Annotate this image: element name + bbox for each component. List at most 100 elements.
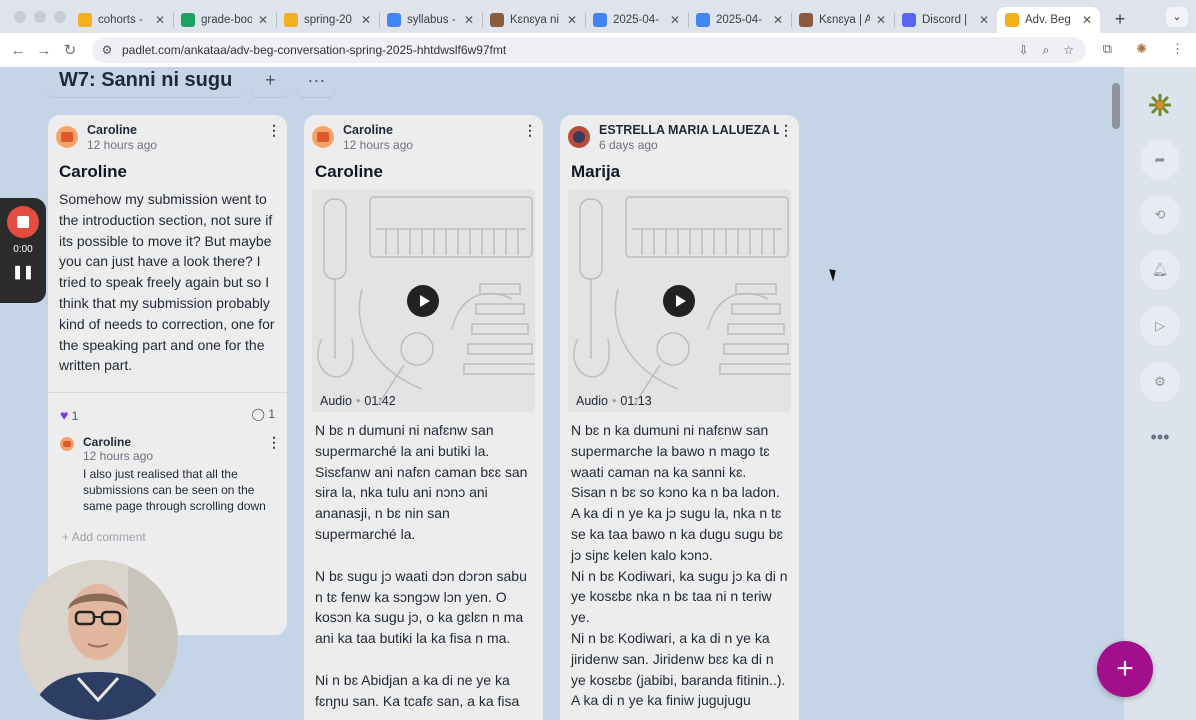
zoom-window-button[interactable]: [54, 10, 66, 23]
webcam-bubble[interactable]: [18, 560, 178, 720]
post-paragraph: Ni n bɛ Abidjan a ka di ne ye ka fɛnɲu s…: [315, 671, 520, 709]
profile-avatar-icon[interactable]: ✺: [1136, 41, 1147, 57]
avatar: [312, 126, 334, 148]
site-info-icon[interactable]: ⚙: [92, 43, 122, 57]
tab-favicon-icon: [902, 12, 916, 27]
stop-recording-button[interactable]: [7, 206, 39, 238]
audio-duration: 01:42: [364, 394, 396, 408]
tab-favicon-icon: [696, 12, 710, 27]
pause-recording-button[interactable]: ❚❚: [0, 264, 46, 280]
browser-menu-icon[interactable]: ⋮: [1171, 41, 1184, 57]
tab-close-icon[interactable]: ✕: [670, 13, 680, 27]
url-text[interactable]: padlet.com/ankataa/adv-beg-conversation-…: [122, 43, 1018, 57]
padlet-side-panel: ➦ ⟲ 🔔︎ ▷ ⚙ •••: [1112, 67, 1196, 720]
like-count: 1: [71, 409, 79, 424]
tab-label: syllabus -: [407, 13, 456, 26]
reload-icon[interactable]: ↻: [57, 41, 83, 59]
heart-icon: ♥: [60, 407, 69, 424]
post-body: N bɛ n dumuni ni nafɛnw san supermarché …: [304, 412, 543, 712]
section-title[interactable]: W7: Sanni ni sugu: [47, 67, 245, 97]
section-header: W7: Sanni ni sugu + ···: [47, 67, 336, 97]
forward-arrow-icon[interactable]: →: [31, 42, 57, 59]
slideshow-play-icon[interactable]: ▷: [1140, 306, 1180, 346]
add-comment-placeholder: Add comment: [71, 530, 146, 545]
post-card[interactable]: Caroline 12 hours ago ⋮ Caroline Somehow…: [48, 115, 287, 635]
extensions-puzzle-icon[interactable]: ⧉: [1103, 41, 1112, 57]
post-title: Caroline: [315, 162, 384, 181]
post-card[interactable]: ESTRELLA MARIA LALUEZA LA 6 days ago ⋮ M…: [560, 115, 799, 720]
tab-close-icon[interactable]: ✕: [876, 13, 886, 27]
tab-close-icon[interactable]: ✕: [464, 13, 474, 27]
post-line: Ni n bɛ Kodiwari, a ka di n ye ka jiride…: [571, 629, 786, 688]
post-menu-icon[interactable]: ⋮: [267, 123, 281, 137]
tab-favicon-icon: [181, 12, 195, 27]
post-author: Caroline: [87, 123, 138, 137]
close-window-button[interactable]: [14, 10, 26, 23]
browser-tab[interactable]: 2025-04- ✕: [688, 7, 791, 33]
tab-label: Adv. Beg: [1025, 13, 1071, 26]
more-options-icon[interactable]: •••: [1140, 417, 1180, 457]
tab-close-icon[interactable]: ✕: [155, 13, 165, 27]
tab-favicon-icon: [490, 12, 504, 27]
play-button[interactable]: [663, 285, 695, 317]
remake-icon[interactable]: ⟲: [1140, 195, 1180, 235]
comment: Caroline 12 hours ago I also just realis…: [48, 423, 287, 514]
audio-attachment[interactable]: Audio • 01:42: [312, 189, 535, 412]
padlet-logo-icon[interactable]: [1148, 93, 1172, 117]
add-comment-input[interactable]: + Add comment: [48, 514, 287, 544]
browser-tab[interactable]: Discord | ✕: [894, 7, 997, 33]
post-line: Ni n bɛ Kodiwari, ka sugu jɔ ka di n ye …: [571, 567, 788, 626]
tab-label: Kɛnɛya | A: [819, 13, 870, 26]
browser-tab[interactable]: syllabus - ✕: [379, 7, 482, 33]
tab-search-chevron-icon[interactable]: ⌄: [1166, 7, 1188, 27]
comment-button[interactable]: ◯ 1: [252, 407, 275, 423]
browser-toolbar: ← → ↻ ⚙ padlet.com/ankataa/adv-beg-conve…: [0, 33, 1196, 67]
tab-close-icon[interactable]: ✕: [361, 13, 371, 27]
tab-close-icon[interactable]: ✕: [258, 13, 268, 27]
new-tab-button[interactable]: +: [1108, 9, 1132, 30]
tab-close-icon[interactable]: ✕: [1082, 13, 1092, 27]
add-post-fab-button[interactable]: +: [1097, 641, 1153, 697]
browser-tab[interactable]: Adv. Beg ✕: [997, 6, 1100, 33]
audio-duration: 01:13: [620, 394, 652, 408]
browser-tab[interactable]: 2025-04- ✕: [585, 7, 688, 33]
avatar: [60, 437, 74, 452]
browser-tab[interactable]: Kɛnɛya ni ✕: [482, 7, 585, 33]
comment-count: 1: [268, 407, 275, 422]
bookmark-star-icon[interactable]: ☆: [1063, 43, 1074, 58]
address-bar[interactable]: ⚙ padlet.com/ankataa/adv-beg-conversatio…: [92, 37, 1086, 63]
window-controls[interactable]: [0, 10, 70, 23]
notifications-bell-icon[interactable]: 🔔︎: [1140, 250, 1180, 290]
comment-menu-icon[interactable]: ⋮: [267, 435, 281, 514]
browser-tab[interactable]: spring-20 ✕: [276, 7, 379, 33]
section-more-button[interactable]: ···: [296, 67, 336, 97]
like-button[interactable]: ♥ 1: [60, 407, 78, 423]
settings-gear-icon[interactable]: ⚙: [1140, 362, 1180, 402]
tab-favicon-icon: [78, 12, 92, 27]
back-arrow-icon[interactable]: ←: [5, 42, 31, 59]
install-app-icon[interactable]: ⇩: [1018, 43, 1028, 58]
add-post-button[interactable]: +: [250, 67, 290, 97]
share-icon[interactable]: ➦: [1140, 140, 1180, 180]
play-button[interactable]: [407, 285, 439, 317]
browser-tab[interactable]: cohorts - ✕: [70, 7, 173, 33]
post-menu-icon[interactable]: ⋮: [779, 123, 793, 137]
tab-favicon-icon: [1005, 12, 1019, 27]
post-title: Marija: [571, 162, 621, 181]
zoom-icon[interactable]: ⌕: [1043, 43, 1050, 58]
tab-close-icon[interactable]: ✕: [567, 13, 577, 27]
browser-tab[interactable]: Kɛnɛya | A ✕: [791, 7, 894, 33]
comment-text: I also just realised that all the submis…: [83, 467, 266, 514]
tab-close-icon[interactable]: ✕: [979, 13, 989, 27]
tab-close-icon[interactable]: ✕: [773, 13, 783, 27]
post-paragraph: N bɛ n dumuni ni nafɛnw san supermarché …: [315, 422, 528, 542]
post-card[interactable]: Caroline 12 hours ago ⋮ Caroline Audio •…: [304, 115, 543, 720]
audio-attachment[interactable]: Audio • 01:13: [568, 189, 791, 412]
tab-favicon-icon: [799, 12, 813, 27]
minimize-window-button[interactable]: [34, 10, 46, 23]
board-scrollbar[interactable]: [1112, 83, 1120, 129]
browser-tab[interactable]: grade-boo ✕: [173, 7, 276, 33]
tab-label: 2025-04-: [716, 13, 763, 26]
tab-favicon-icon: [284, 12, 298, 27]
post-menu-icon[interactable]: ⋮: [523, 123, 537, 137]
